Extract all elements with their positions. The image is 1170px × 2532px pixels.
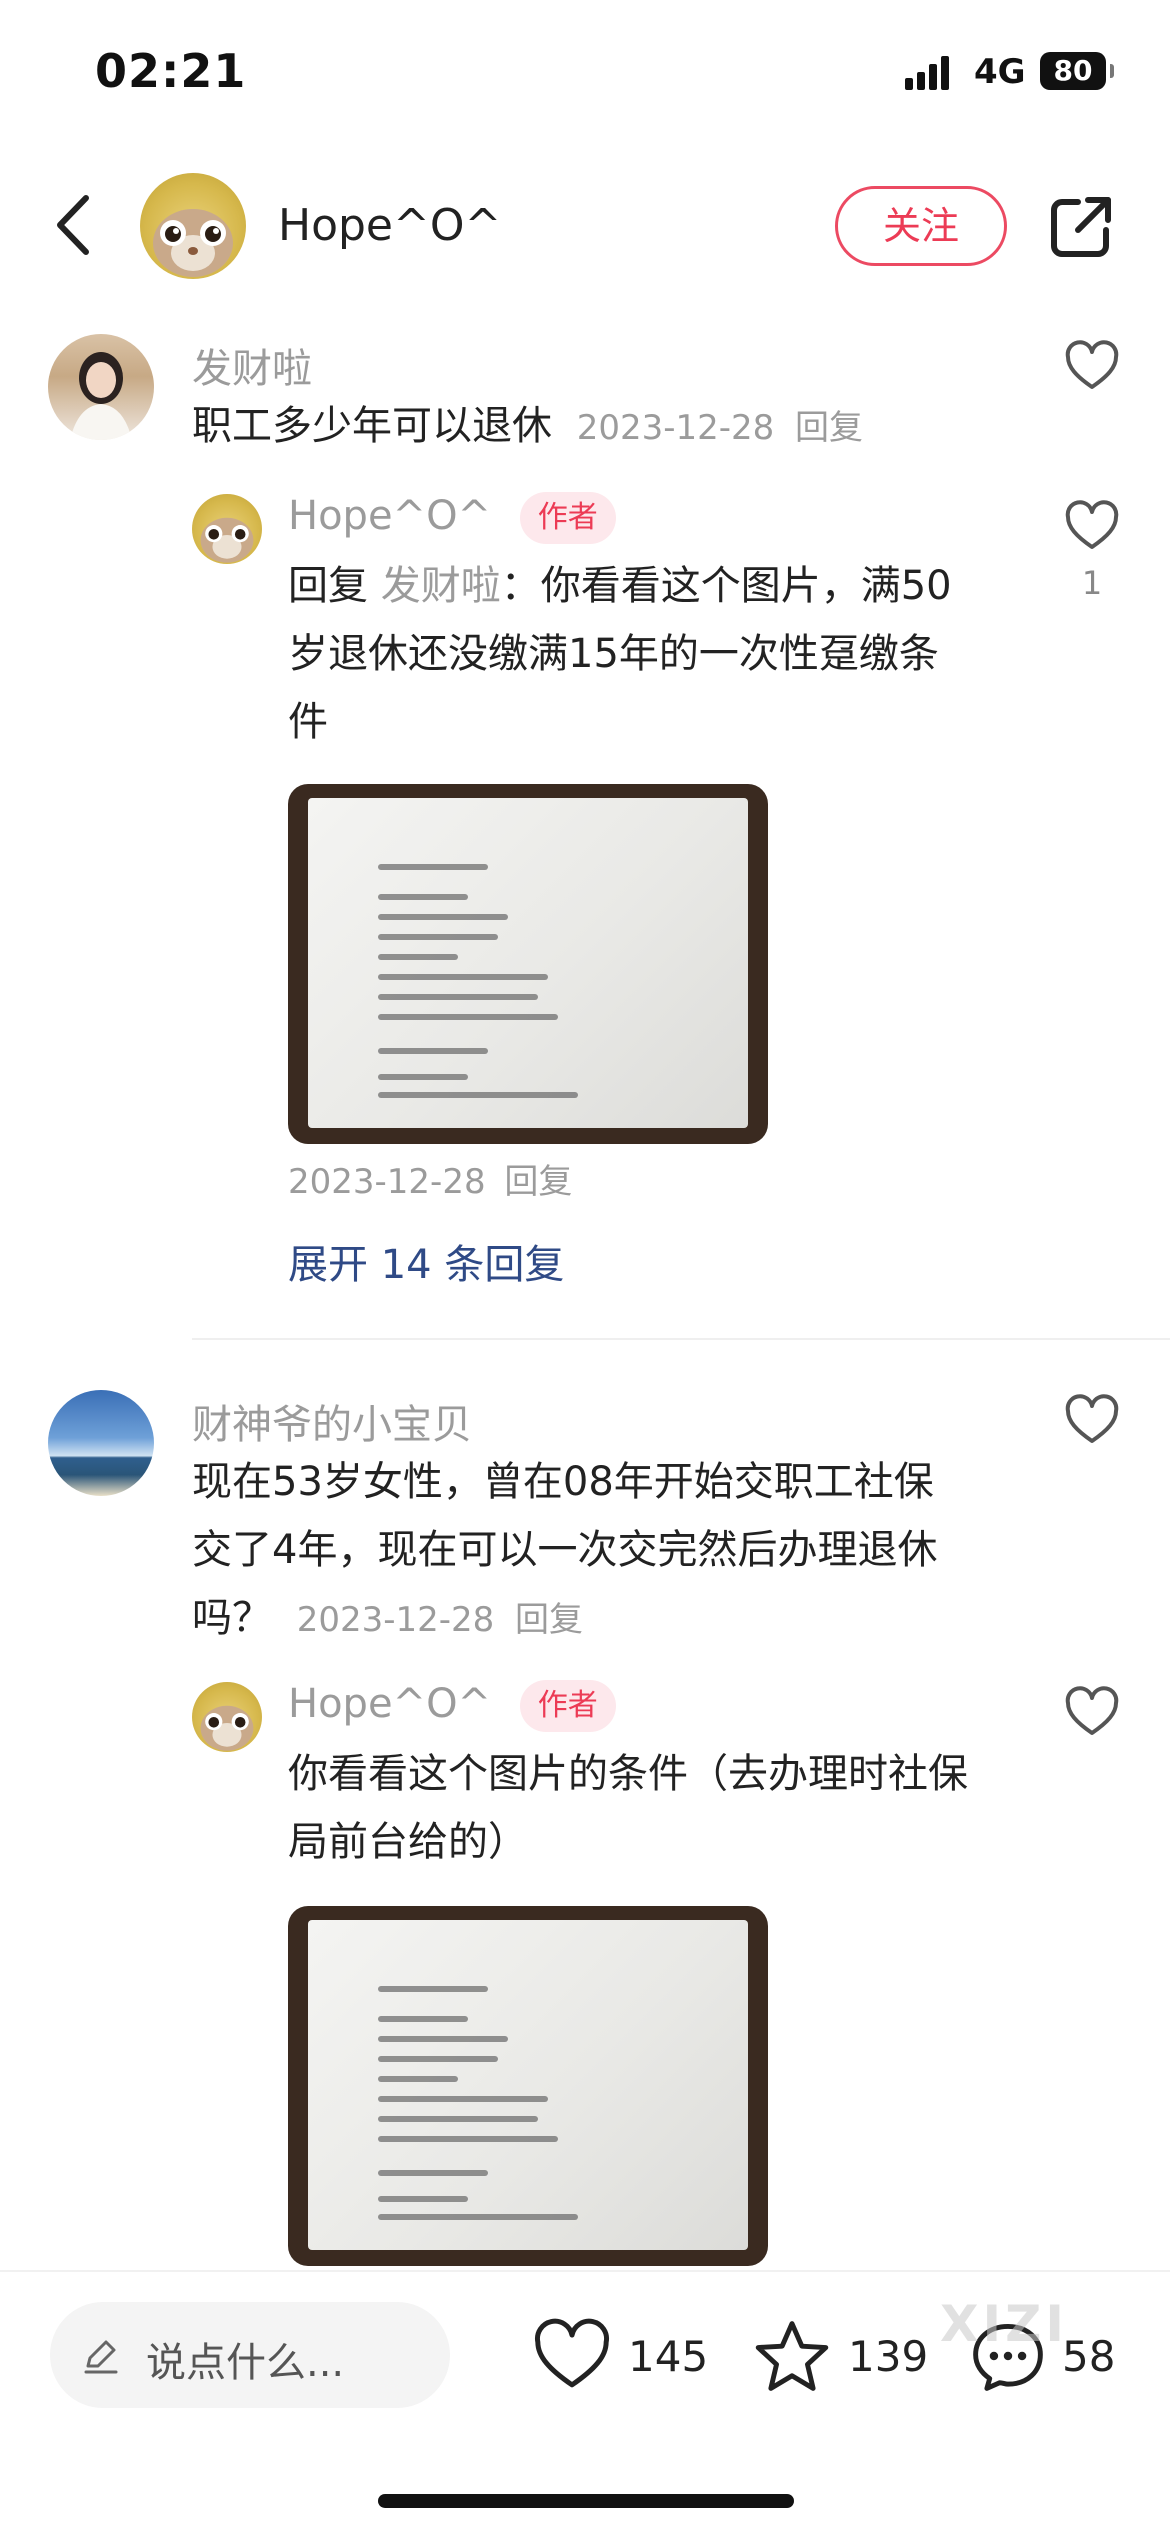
reply-button[interactable]: 回复 [515, 1600, 583, 1640]
battery-icon: 80 [1040, 52, 1114, 90]
like-count: 1 [1081, 564, 1103, 602]
user-avatar[interactable] [48, 1390, 154, 1496]
like-total: 145 [628, 2332, 709, 2381]
cat-avatar-icon [153, 209, 233, 277]
comment-item: 发财啦 职工多少年可以退休 2023-12-28 回复 Hope^O^ 作者 回… [0, 320, 1170, 1300]
reply-mention[interactable]: 发财啦 [381, 563, 501, 609]
reply-image[interactable] [288, 1906, 768, 2266]
comment-text-block: 现在53岁女性，曾在08年开始交职工社保 交了4年，现在可以一次交完然后办理退休… [192, 1448, 1072, 1654]
cat-avatar-icon [200, 1705, 254, 1751]
reply-prefix: 回复 [288, 563, 368, 609]
reply-meta: 2023-12-28 回复 [288, 1154, 572, 1203]
reply-username[interactable]: Hope^O^ [288, 493, 491, 539]
signal-icon [905, 56, 949, 90]
battery-level: 80 [1053, 54, 1093, 87]
reply-line-2: 局前台给的） [288, 1819, 528, 1865]
comment-date: 2023-12-28 [576, 408, 775, 448]
like-icon[interactable] [1064, 1686, 1120, 1738]
reply-username-row: Hope^O^ 作者 [288, 1680, 616, 1732]
status-bar: 02:21 4G 80 [0, 0, 1170, 140]
comment-line-3-text: 吗？ [192, 1595, 272, 1641]
comment-input[interactable]: 说点什么... [50, 2302, 450, 2408]
author-avatar[interactable] [140, 173, 246, 279]
comment-input-placeholder: 说点什么... [146, 2340, 345, 2386]
pencil-icon [84, 2340, 118, 2374]
document-photo [308, 798, 748, 1128]
favorite-action[interactable]: 139 [752, 2312, 932, 2402]
reply-button[interactable]: 回复 [795, 408, 863, 448]
like-icon[interactable] [1064, 1394, 1120, 1446]
home-indicator[interactable] [378, 2494, 794, 2508]
reply-line-1: 你看看这个图片的条件（去办理时社保 [288, 1751, 968, 1797]
reply-avatar[interactable] [192, 1682, 262, 1752]
watermark: XIZI [940, 2295, 1069, 2353]
cat-avatar-icon [200, 517, 254, 563]
reply-text-block: 回复 发财啦：你看看这个图片，满50 岁退休还没缴满15年的一次性趸缴条 件 [288, 552, 1028, 756]
share-icon[interactable] [1048, 194, 1114, 260]
comment-date: 2023-12-28 [296, 1600, 495, 1640]
network-type: 4G [974, 52, 1026, 92]
portrait-avatar-icon [70, 352, 132, 440]
comment-item: 财神爷的小宝贝 现在53岁女性，曾在08年开始交职工社保 交了4年，现在可以一次… [0, 1380, 1170, 2270]
like-icon[interactable] [1064, 340, 1120, 392]
author-tag: 作者 [519, 492, 616, 544]
reply-username-row: Hope^O^ 作者 [288, 492, 616, 544]
expand-replies-link[interactable]: 展开 14 条回复 [288, 1232, 564, 1290]
reply-username[interactable]: Hope^O^ [288, 1681, 491, 1727]
divider [192, 1338, 1170, 1340]
reply-button[interactable]: 回复 [504, 1162, 572, 1202]
comment-line-3: 吗？ 2023-12-28 回复 [192, 1584, 1072, 1654]
follow-button[interactable]: 关注 [835, 186, 1007, 266]
back-icon[interactable] [50, 190, 100, 260]
favorite-total: 139 [848, 2332, 929, 2381]
author-name[interactable]: Hope^O^ [278, 200, 501, 251]
like-icon[interactable] [1064, 500, 1120, 552]
reply-line-2: 岁退休还没缴满15年的一次性趸缴条 [288, 631, 939, 677]
like-action[interactable]: 145 [532, 2312, 712, 2402]
star-icon [755, 2321, 829, 2391]
user-avatar[interactable] [48, 334, 154, 440]
heart-icon [534, 2318, 610, 2388]
status-time: 02:21 [95, 44, 247, 98]
author-tag: 作者 [519, 1680, 616, 1732]
reply-line-1: ：你看看这个图片，满50 [500, 563, 952, 609]
reply-line: 回复 发财啦：你看看这个图片，满50 [288, 552, 1028, 620]
document-photo [308, 1920, 748, 2250]
comment-username[interactable]: 发财啦 [192, 336, 312, 394]
comment-total: 58 [1062, 2332, 1116, 2381]
reply-text-block: 你看看这个图片的条件（去办理时社保 局前台给的） [288, 1740, 1028, 1876]
comment-text-block: 职工多少年可以退休 2023-12-28 回复 [192, 392, 1072, 462]
comment-text: 职工多少年可以退休 [192, 403, 552, 449]
reply-image[interactable] [288, 784, 768, 1144]
reply-avatar[interactable] [192, 494, 262, 564]
header: Hope^O^ 关注 [0, 160, 1170, 290]
reply-date: 2023-12-28 [288, 1162, 486, 1202]
reply-line-3: 件 [288, 699, 328, 745]
comment-username[interactable]: 财神爷的小宝贝 [192, 1392, 472, 1450]
comment-line-1: 现在53岁女性，曾在08年开始交职工社保 [192, 1459, 934, 1505]
comment-line-2: 交了4年，现在可以一次交完然后办理退休 [192, 1527, 938, 1573]
